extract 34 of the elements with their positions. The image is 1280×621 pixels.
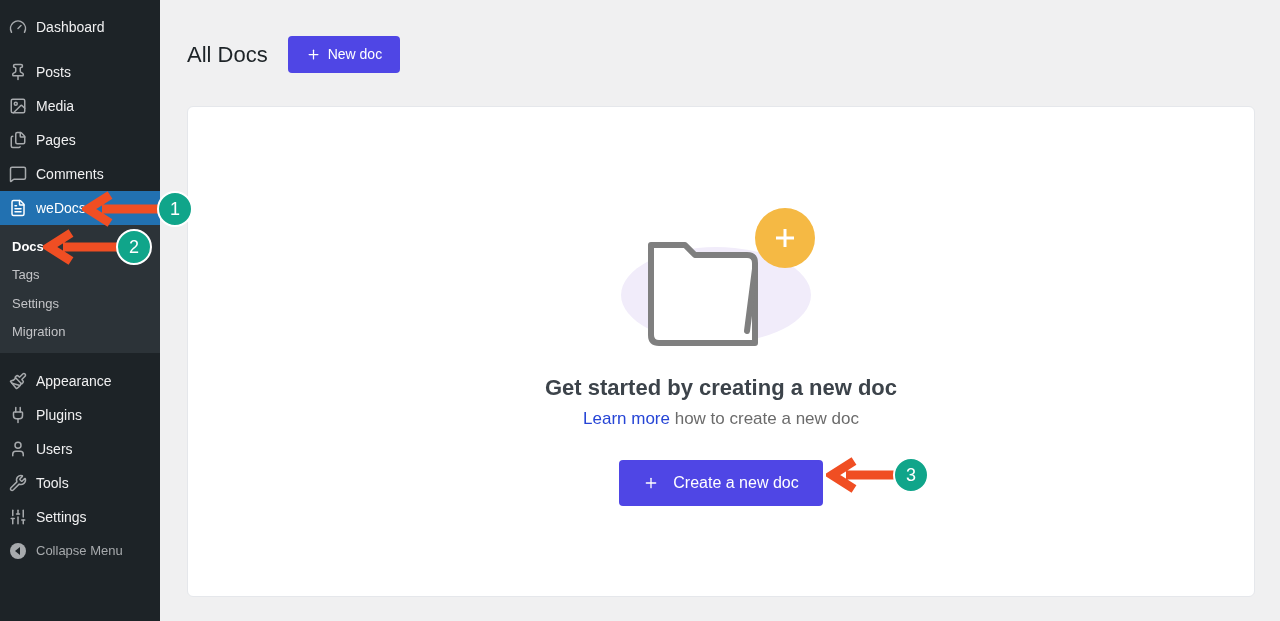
collapse-menu-button[interactable]: Collapse Menu xyxy=(0,534,160,568)
sidebar-item[interactable]: Comments xyxy=(0,157,160,191)
image-icon xyxy=(9,97,27,115)
sidebar-item[interactable]: Plugins xyxy=(0,398,160,432)
sidebar-item[interactable]: Tools xyxy=(0,466,160,500)
document-icon xyxy=(9,199,27,217)
plus-icon xyxy=(305,47,321,62)
page-title: All Docs xyxy=(187,41,268,69)
sidebar-item[interactable]: Pages xyxy=(0,123,160,157)
collapse-icon xyxy=(9,542,27,560)
sidebar-item[interactable]: Appearance xyxy=(0,364,160,398)
sidebar-item[interactable]: Dashboard xyxy=(0,10,160,44)
new-doc-button[interactable]: New doc xyxy=(287,36,401,73)
learn-more-link[interactable]: Learn more xyxy=(583,409,670,428)
brush-icon xyxy=(9,372,27,390)
gauge-icon xyxy=(9,18,27,36)
sidebar-item[interactable]: Settings xyxy=(0,500,160,534)
sliders-icon xyxy=(9,508,27,526)
sidebar-item[interactable]: Posts xyxy=(0,55,160,89)
comment-icon xyxy=(9,165,27,183)
create-doc-button[interactable]: Create a new doc xyxy=(619,459,823,506)
wrench-icon xyxy=(9,474,27,492)
user-icon xyxy=(9,440,27,458)
sidebar-item[interactable]: Users xyxy=(0,432,160,466)
pages-icon xyxy=(9,131,27,149)
submenu-item[interactable]: Migration xyxy=(12,317,66,346)
help-text: Learn more how to create a new doc xyxy=(583,408,859,430)
sidebar-item[interactable]: Media xyxy=(0,89,160,123)
submenu-item[interactable]: Tags xyxy=(12,260,40,289)
submenu-item[interactable]: Docs xyxy=(12,232,44,261)
pin-icon xyxy=(9,63,27,81)
empty-state-heading: Get started by creating a new doc xyxy=(544,374,898,402)
submenu-item[interactable]: Settings xyxy=(12,289,59,318)
arrow-annotation xyxy=(826,457,896,493)
